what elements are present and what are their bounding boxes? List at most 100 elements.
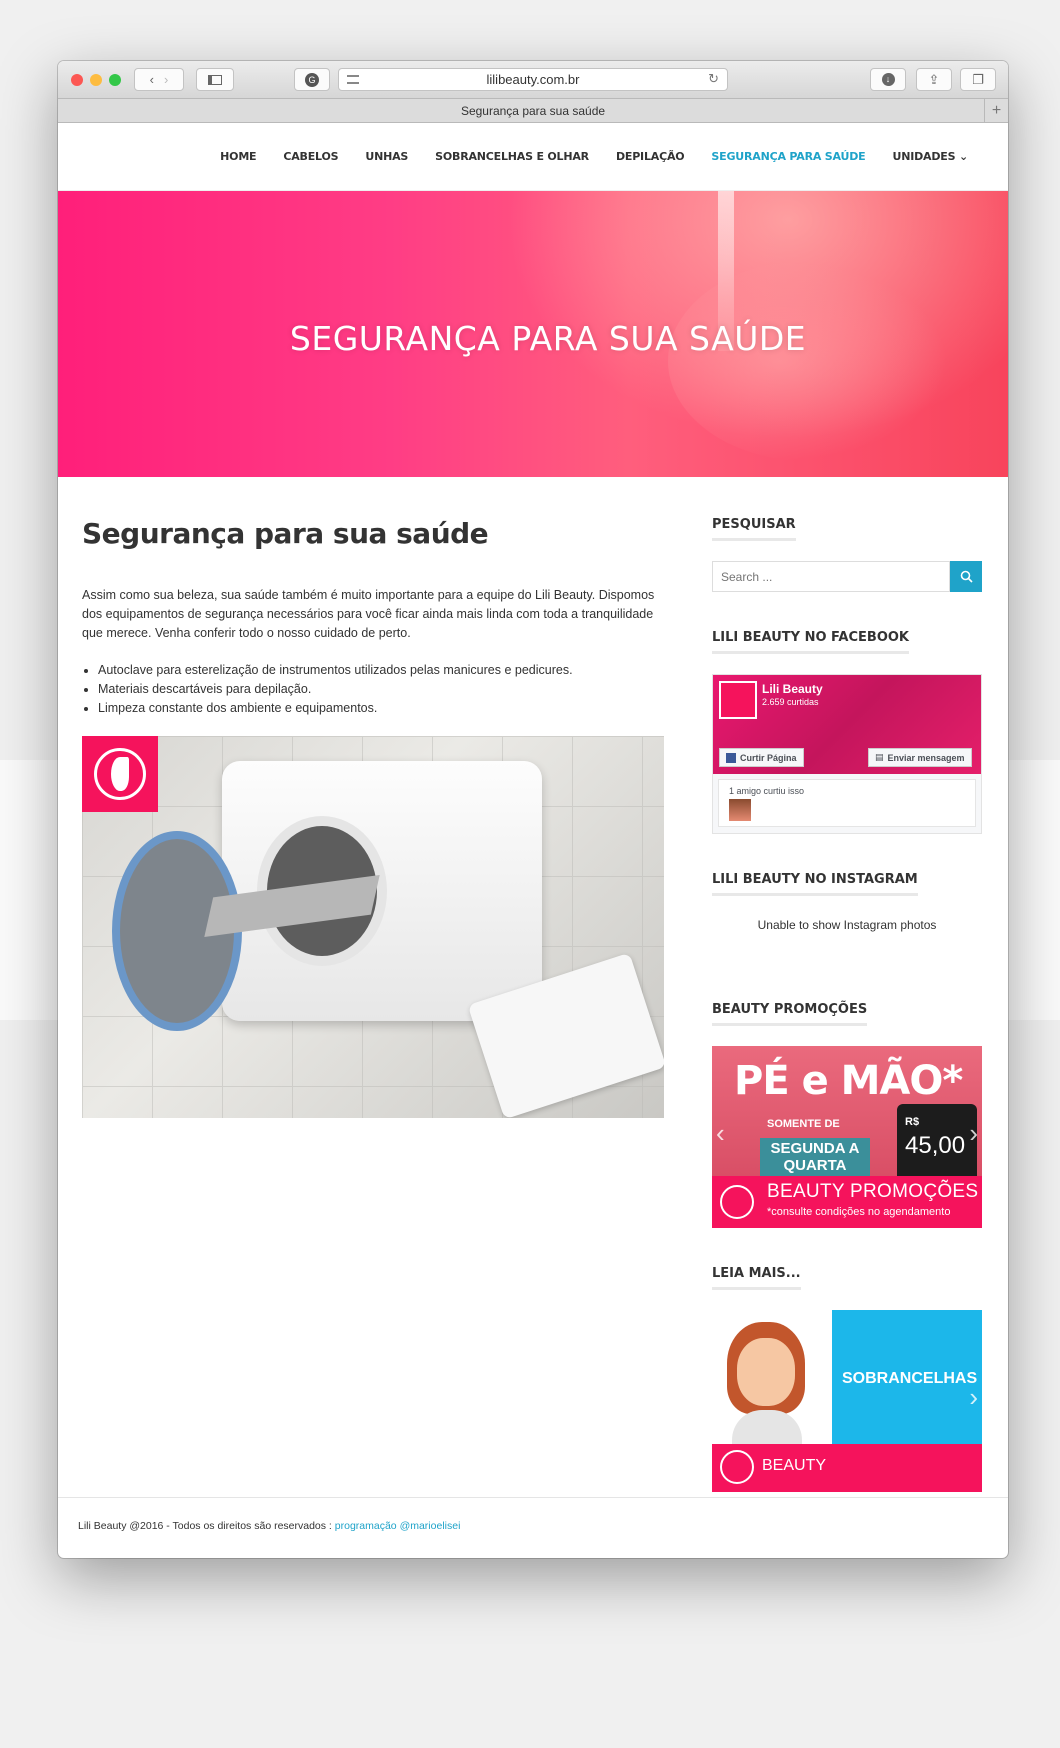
- grammarly-icon: G: [305, 72, 319, 87]
- widget-title: LEIA MAIS...: [712, 1266, 801, 1290]
- back-icon[interactable]: ‹: [150, 72, 154, 87]
- woman-profile-icon: [720, 1185, 754, 1219]
- search-button[interactable]: [950, 561, 982, 592]
- facebook-like-button[interactable]: Curtir Página: [719, 748, 804, 767]
- article: Segurança para sua saúde Assim como sua …: [82, 517, 664, 1118]
- chevron-down-icon: ⌄: [958, 150, 968, 163]
- new-tab-icon[interactable]: +: [984, 99, 1008, 122]
- chevron-right-icon[interactable]: ›: [969, 1118, 978, 1149]
- chevron-left-icon[interactable]: ‹: [716, 1118, 725, 1149]
- instagram-widget: LILI BEAUTY NO INSTAGRAM Unable to show …: [712, 870, 982, 932]
- sidebar-toggle-button[interactable]: [196, 68, 234, 91]
- facebook-cover-image[interactable]: Lili Beauty 2.659 curtidas Curtir Página…: [713, 675, 981, 774]
- slide-word: SOBRANCELHAS: [842, 1370, 978, 1387]
- promo-slider[interactable]: PÉ e MÃO* SOMENTE DE SEGUNDA A QUARTA R$…: [712, 1046, 982, 1228]
- facebook-widget: LILI BEAUTY NO FACEBOOK Lili Beauty 2.65…: [712, 628, 982, 834]
- reader-icon[interactable]: [347, 75, 359, 84]
- hero-banner: SEGURANÇA PARA SUA SAÚDE: [58, 191, 1008, 477]
- leia-mais-widget: LEIA MAIS... SOBRANCELHAS BEAUTY ‹ ›: [712, 1264, 982, 1492]
- girl-body: [732, 1410, 802, 1444]
- promo-banner-sub: *consulte condições no agendamento: [767, 1206, 951, 1218]
- washing-hands-image: [668, 261, 948, 461]
- message-icon: ▤: [875, 752, 884, 762]
- back-forward-buttons[interactable]: ‹ ›: [134, 68, 184, 91]
- search-icon: [960, 570, 973, 583]
- tabs-icon: ❐: [972, 71, 984, 87]
- widget-title: LILI BEAUTY NO FACEBOOK: [712, 630, 909, 654]
- list-item: Autoclave para esterelização de instrume…: [98, 661, 664, 680]
- nav-depilacao[interactable]: DEPILAÇÃO: [616, 150, 685, 163]
- price-value: 45,00: [905, 1132, 966, 1159]
- site-footer: Lili Beauty @2016 - Todos os direitos sã…: [58, 1497, 1008, 1554]
- zoom-window-button[interactable]: [109, 74, 121, 86]
- leia-banner: BEAUTY: [712, 1444, 982, 1492]
- widget-title: BEAUTY PROMOÇÕES: [712, 1002, 868, 1026]
- sidebar-icon: [208, 74, 222, 85]
- facebook-icon: [726, 752, 736, 763]
- tab-bar: Segurança para sua saúde +: [58, 99, 1008, 123]
- widget-title: LILI BEAUTY NO INSTAGRAM: [712, 872, 918, 896]
- facebook-friends-text: 1 amigo curtiu isso: [729, 786, 805, 796]
- price-currency: R$: [905, 1116, 920, 1128]
- browser-toolbar: ‹ › G lilibeauty.com.br ↻ ↓ ⇪ ❐: [58, 61, 1008, 99]
- download-icon: ↓: [881, 73, 895, 86]
- sidebar: PESQUISAR LILI BEAUTY NO FACEBOOK Lili B…: [712, 515, 982, 1492]
- article-bullet-list: Autoclave para esterelização de instrume…: [82, 661, 664, 718]
- nav-home[interactable]: HOME: [220, 150, 256, 163]
- facebook-page-name[interactable]: Lili Beauty: [762, 682, 823, 696]
- main-navigation: HOME CABELOS UNHAS SOBRANCELHAS E OLHAR …: [58, 123, 1008, 191]
- promo-banner: BEAUTY PROMOÇÕES *consulte condições no …: [712, 1176, 982, 1228]
- nav-unhas[interactable]: UNHAS: [365, 150, 408, 163]
- close-window-button[interactable]: [71, 74, 83, 86]
- promo-somente: SOMENTE DE: [767, 1118, 840, 1130]
- chevron-right-icon[interactable]: ›: [969, 1382, 978, 1413]
- woman-profile-icon: [94, 748, 146, 800]
- friend-avatar[interactable]: [729, 799, 751, 821]
- address-bar[interactable]: lilibeauty.com.br ↻: [338, 68, 728, 91]
- woman-profile-icon: [720, 1450, 754, 1484]
- list-item: Limpeza constante dos ambiente e equipam…: [98, 699, 664, 718]
- autoclave-photo: [82, 736, 664, 1118]
- browser-window: ‹ › G lilibeauty.com.br ↻ ↓ ⇪ ❐ Seguranç…: [58, 61, 1008, 1558]
- search-input[interactable]: [712, 561, 950, 592]
- extension-button[interactable]: G: [294, 68, 330, 91]
- facebook-page-plugin[interactable]: Lili Beauty 2.659 curtidas Curtir Página…: [712, 674, 982, 834]
- girl-illustration: [712, 1310, 832, 1444]
- facebook-message-label: Enviar mensagem: [887, 752, 965, 763]
- downloads-button[interactable]: ↓: [870, 68, 906, 91]
- tab-title[interactable]: Segurança para sua saúde: [461, 104, 605, 118]
- footer-credit-link[interactable]: programação @marioelisei: [335, 1520, 461, 1532]
- facebook-friends-box: 1 amigo curtiu isso: [718, 779, 976, 827]
- promo-days: SEGUNDA A QUARTA: [760, 1138, 870, 1176]
- article-intro: Assim como sua beleza, sua saúde também …: [82, 588, 655, 640]
- facebook-message-button[interactable]: ▤ Enviar mensagem: [868, 748, 972, 767]
- leia-banner-title: BEAUTY: [762, 1457, 827, 1474]
- promo-headline: PÉ e MÃO*: [734, 1058, 963, 1104]
- nav-unidades-label: UNIDADES: [892, 150, 956, 163]
- share-button[interactable]: ⇪: [916, 68, 952, 91]
- tabs-overview-button[interactable]: ❐: [960, 68, 996, 91]
- url-text: lilibeauty.com.br: [486, 72, 580, 87]
- hero-title: SEGURANÇA PARA SUA SAÚDE: [289, 319, 807, 358]
- facebook-avatar[interactable]: [719, 681, 757, 719]
- leia-mais-slider[interactable]: SOBRANCELHAS BEAUTY ‹ ›: [712, 1310, 982, 1492]
- promo-banner-title: BEAUTY PROMOÇÕES: [767, 1181, 979, 1202]
- nav-cabelos[interactable]: CABELOS: [283, 150, 338, 163]
- minimize-window-button[interactable]: [90, 74, 102, 86]
- facebook-likes: 2.659 curtidas: [762, 697, 819, 707]
- reload-icon[interactable]: ↻: [708, 71, 719, 87]
- chevron-left-icon[interactable]: ‹: [716, 1382, 725, 1413]
- lili-beauty-logo: [82, 736, 158, 812]
- promo-widget: BEAUTY PROMOÇÕES PÉ e MÃO* SOMENTE DE SE…: [712, 1000, 982, 1228]
- price-tag: R$ 45,00: [897, 1104, 977, 1176]
- footer-copyright: Lili Beauty @2016 - Todos os direitos sã…: [78, 1520, 335, 1532]
- nav-unidades[interactable]: UNIDADES ⌄: [892, 150, 968, 163]
- girl-face: [737, 1338, 795, 1406]
- forward-icon[interactable]: ›: [164, 72, 168, 87]
- list-item: Materiais descartáveis para depilação.: [98, 680, 664, 699]
- nav-seguranca[interactable]: SEGURANÇA PARA SAÚDE: [711, 150, 865, 163]
- share-icon: ⇪: [928, 71, 940, 87]
- nav-sobrancelhas[interactable]: SOBRANCELHAS E OLHAR: [435, 150, 589, 163]
- main-area: Segurança para sua saúde Assim como sua …: [58, 477, 1008, 1502]
- article-title: Segurança para sua saúde: [82, 517, 489, 550]
